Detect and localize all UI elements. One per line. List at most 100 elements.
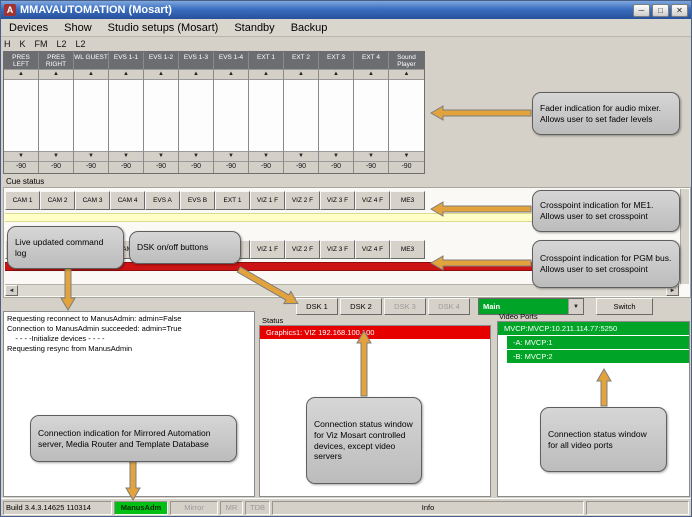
crosspoint-me1-button[interactable]: EVS A bbox=[145, 191, 180, 210]
crosspoint-me1-button[interactable]: CAM 2 bbox=[40, 191, 75, 210]
cue-vertical-scrollbar[interactable] bbox=[680, 189, 689, 284]
fader-track[interactable] bbox=[389, 80, 424, 151]
maximize-button[interactable]: □ bbox=[652, 3, 669, 17]
crosspoint-pgm-button[interactable]: ME3 bbox=[390, 240, 425, 259]
crosspoint-me1-button[interactable]: VIZ 1 F bbox=[250, 191, 285, 210]
fader-down-button[interactable]: ▼ bbox=[319, 151, 353, 162]
fader-up-button[interactable]: ▲ bbox=[39, 69, 73, 80]
fader-up-button[interactable]: ▲ bbox=[354, 69, 388, 80]
fader-level-value: -90 bbox=[179, 162, 213, 173]
dsk-button[interactable]: DSK 3 bbox=[384, 298, 426, 315]
chevron-down-icon[interactable]: ▼ bbox=[568, 299, 583, 314]
arrow-left-icon bbox=[430, 105, 532, 121]
fader-track[interactable] bbox=[354, 80, 388, 151]
quickbar-button[interactable]: L2 bbox=[57, 39, 67, 49]
fader-down-button[interactable]: ▼ bbox=[74, 151, 108, 162]
dsk-button[interactable]: DSK 1 bbox=[296, 298, 338, 315]
fader-up-button[interactable]: ▲ bbox=[284, 69, 318, 80]
quickbar-button[interactable]: H bbox=[4, 39, 11, 49]
fader-down-button[interactable]: ▼ bbox=[4, 151, 38, 162]
quickbar-button[interactable]: FM bbox=[35, 39, 48, 49]
fader-down-button[interactable]: ▼ bbox=[389, 151, 424, 162]
fader-up-button[interactable]: ▲ bbox=[249, 69, 283, 80]
crosspoint-me1-button[interactable]: ME3 bbox=[390, 191, 425, 210]
quickbar-button[interactable]: L2 bbox=[76, 39, 86, 49]
cue-status-label: Cue status bbox=[6, 177, 45, 186]
fader-up-button[interactable]: ▲ bbox=[144, 69, 178, 80]
fader-down-button[interactable]: ▼ bbox=[354, 151, 388, 162]
dsk-button[interactable]: DSK 2 bbox=[340, 298, 382, 315]
device-status-item[interactable]: Graphics1: VIZ 192.168.100.100 bbox=[260, 326, 490, 339]
fader-track[interactable] bbox=[284, 80, 318, 151]
fader-track[interactable] bbox=[214, 80, 248, 151]
arrow-down-icon bbox=[60, 267, 76, 311]
fader-down-button[interactable]: ▼ bbox=[39, 151, 73, 162]
fader-track[interactable] bbox=[109, 80, 143, 151]
crosspoint-me1-button[interactable]: EVS B bbox=[180, 191, 215, 210]
minimize-button[interactable]: ─ bbox=[633, 3, 650, 17]
video-port-item[interactable]: -A: MVCP:1 bbox=[507, 336, 689, 349]
crosspoint-pgm-button[interactable]: VIZ 3 F bbox=[320, 240, 355, 259]
fader-level-value: -90 bbox=[39, 162, 73, 173]
menu-item[interactable]: Studio setups (Mosart) bbox=[100, 21, 227, 35]
crosspoint-me1-button[interactable]: VIZ 4 F bbox=[355, 191, 390, 210]
pgm-callout-text: Crosspoint indication for PGM bus. Allow… bbox=[540, 253, 672, 274]
fader-channel-label: EVS 1-2 bbox=[144, 52, 178, 69]
crosspoint-me1-button[interactable]: CAM 4 bbox=[110, 191, 145, 210]
crosspoint-me1-button[interactable]: CAM 1 bbox=[5, 191, 40, 210]
fader-up-button[interactable]: ▲ bbox=[319, 69, 353, 80]
fader-up-button[interactable]: ▲ bbox=[109, 69, 143, 80]
crosspoint-pgm-button[interactable]: VIZ 4 F bbox=[355, 240, 390, 259]
menu-item[interactable]: Standby bbox=[226, 21, 282, 35]
crosspoint-me1-button[interactable]: CAM 3 bbox=[75, 191, 110, 210]
menu-item[interactable]: Devices bbox=[1, 21, 56, 35]
fader-down-button[interactable]: ▼ bbox=[109, 151, 143, 162]
crosspoint-pgm-button[interactable]: VIZ 1 F bbox=[250, 240, 285, 259]
fader-up-button[interactable]: ▲ bbox=[4, 69, 38, 80]
fader-channel-label: EXT 3 bbox=[319, 52, 353, 69]
fader-up-button[interactable]: ▲ bbox=[179, 69, 213, 80]
fader-level-value: -90 bbox=[74, 162, 108, 173]
window-title: MMAVAUTOMATION (Mosart) bbox=[20, 4, 172, 16]
fader-track[interactable] bbox=[249, 80, 283, 151]
app-icon: A bbox=[4, 4, 16, 16]
arrow-left-icon bbox=[430, 255, 532, 271]
fader-down-button[interactable]: ▼ bbox=[144, 151, 178, 162]
close-button[interactable]: ✕ bbox=[671, 3, 688, 17]
fader-up-button[interactable]: ▲ bbox=[214, 69, 248, 80]
fader-track[interactable] bbox=[179, 80, 213, 151]
application-window: A MMAVAUTOMATION (Mosart) ─ □ ✕ Devices S… bbox=[0, 0, 692, 517]
arrow-up-icon bbox=[596, 368, 612, 407]
fader-channel-label: EXT 2 bbox=[284, 52, 318, 69]
video-port-item[interactable]: MVCP:MVCP:10.211.114.77:5250 bbox=[498, 322, 689, 335]
menu-item[interactable]: Show bbox=[56, 21, 100, 35]
menu-item[interactable]: Backup bbox=[283, 21, 336, 35]
quickbar-button[interactable]: K bbox=[20, 39, 26, 49]
fader-channel: EVS 1-3 ▲ ▼ -90 bbox=[179, 52, 214, 173]
fader-track[interactable] bbox=[144, 80, 178, 151]
log-line: Connection to ManusAdmin succeeded: admi… bbox=[7, 324, 182, 333]
fader-down-button[interactable]: ▼ bbox=[284, 151, 318, 162]
fader-track[interactable] bbox=[4, 80, 38, 151]
fader-track[interactable] bbox=[74, 80, 108, 151]
crosspoint-me1-button[interactable]: EXT 1 bbox=[215, 191, 250, 210]
crosspoint-pgm-button[interactable]: VIZ 2 F bbox=[285, 240, 320, 259]
switch-button[interactable]: Switch bbox=[596, 298, 653, 315]
pgm-callout: Crosspoint indication for PGM bus. Allow… bbox=[532, 240, 680, 288]
fader-channel: Sound Player ▲ ▼ -90 bbox=[389, 52, 424, 173]
fader-track[interactable] bbox=[319, 80, 353, 151]
fader-up-button[interactable]: ▲ bbox=[389, 69, 424, 80]
fader-down-button[interactable]: ▼ bbox=[249, 151, 283, 162]
dsk-button[interactable]: DSK 4 bbox=[428, 298, 470, 315]
video-port-item[interactable]: -B: MVCP:2 bbox=[507, 350, 689, 363]
fader-track[interactable] bbox=[39, 80, 73, 151]
crosspoint-me1-button[interactable]: VIZ 2 F bbox=[285, 191, 320, 210]
fader-channel: EVS 1-1 ▲ ▼ -90 bbox=[109, 52, 144, 173]
fader-up-button[interactable]: ▲ bbox=[74, 69, 108, 80]
title-bar[interactable]: A MMAVAUTOMATION (Mosart) ─ □ ✕ bbox=[1, 1, 691, 19]
statusbar-tdb: TDB bbox=[245, 500, 270, 515]
fader-down-button[interactable]: ▼ bbox=[214, 151, 248, 162]
crosspoint-me1-button[interactable]: VIZ 3 F bbox=[320, 191, 355, 210]
fader-down-button[interactable]: ▼ bbox=[179, 151, 213, 162]
scroll-left-button[interactable]: ◄ bbox=[5, 285, 18, 296]
